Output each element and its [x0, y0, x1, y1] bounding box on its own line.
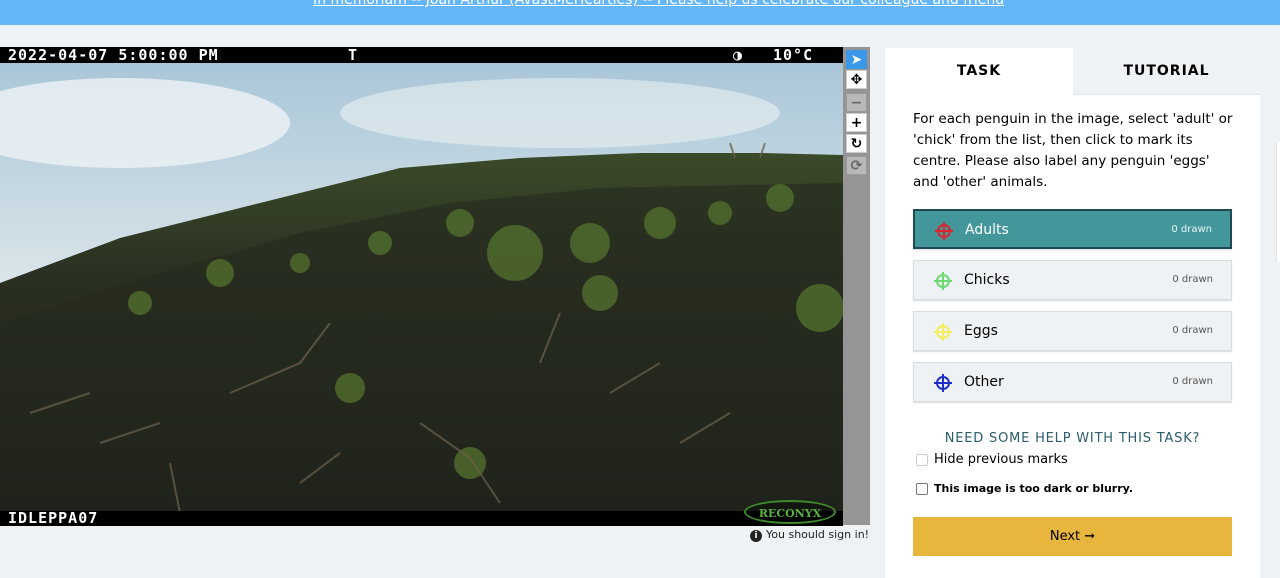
reconyx-logo: RECONYX [744, 500, 836, 524]
next-button[interactable]: Next ➞ [913, 517, 1232, 556]
tool-count: 0 drawn [1171, 224, 1212, 235]
tool-eggs-button[interactable]: Eggs 0 drawn [913, 311, 1232, 351]
subject-image-viewer[interactable]: 2022-04-07 5:00:00 PM T ◑ 10°C IDLEPPA07 [0, 47, 843, 526]
memorial-link[interactable]: In memoriam -- Joan Arthur (AvastMeHeart… [313, 0, 1004, 8]
checkbox-label: This image is too dark or blurry. [934, 482, 1133, 495]
info-icon: i [750, 530, 762, 542]
camera-id-strip: IDLEPPA07 [0, 511, 843, 526]
tool-count: 0 drawn [1172, 376, 1213, 387]
hide-marks-checkbox[interactable]: Hide previous marks [916, 452, 1068, 467]
rotate-icon[interactable]: ↻ [846, 134, 867, 153]
too-dark-checkbox[interactable]: This image is too dark or blurry. [916, 482, 1133, 495]
crosshair-yellow-icon [934, 323, 952, 341]
crosshair-red-icon [935, 222, 953, 240]
checkbox-box[interactable] [916, 453, 928, 466]
image-toolbar: ➤ ✥ − + ↻ ⟳ [843, 47, 870, 525]
camera-id: IDLEPPA07 [8, 509, 99, 526]
checkbox-label: Hide previous marks [934, 452, 1068, 467]
checkbox-box[interactable] [916, 483, 928, 495]
side-panel-edge [1276, 142, 1280, 262]
task-panel: TASK TUTORIAL For each penguin in the im… [885, 48, 1260, 578]
tool-other-button[interactable]: Other 0 drawn [913, 362, 1232, 402]
zoom-out-icon[interactable]: − [846, 93, 867, 112]
tool-label: Other [964, 374, 1004, 390]
moon-phase-icon: ◑ [733, 47, 743, 64]
pan-move-icon[interactable]: ✥ [846, 70, 867, 89]
announcement-banner: In memoriam -- Joan Arthur (AvastMeHeart… [0, 0, 1280, 25]
tool-label: Chicks [964, 272, 1010, 288]
temperature: 10°C [773, 47, 814, 64]
sign-in-notice: i You should sign in! [750, 528, 869, 542]
camera-info-strip: 2022-04-07 5:00:00 PM T ◑ 10°C [0, 47, 843, 63]
tab-tutorial[interactable]: TUTORIAL [1073, 48, 1260, 95]
sign-in-text: You should sign in! [766, 528, 870, 541]
task-instructions: For each penguin in the image, select 'a… [913, 111, 1233, 190]
tool-count: 0 drawn [1172, 325, 1213, 336]
camera-flag: T [348, 47, 358, 64]
trail-camera-photo[interactable] [0, 63, 843, 511]
tool-label: Eggs [964, 323, 998, 339]
task-tabs: TASK TUTORIAL [885, 48, 1260, 95]
tool-adults-button[interactable]: Adults 0 drawn [913, 209, 1232, 249]
timestamp: 2022-04-07 5:00:00 PM [8, 47, 219, 64]
help-link[interactable]: NEED SOME HELP WITH THIS TASK? [885, 431, 1260, 446]
tool-label: Adults [965, 222, 1009, 238]
select-pointer-icon[interactable]: ➤ [846, 50, 867, 69]
zoom-in-icon[interactable]: + [846, 113, 867, 132]
tool-chicks-button[interactable]: Chicks 0 drawn [913, 260, 1232, 300]
crosshair-blue-icon [934, 374, 952, 392]
crosshair-green-icon [934, 272, 952, 290]
reset-view-icon[interactable]: ⟳ [846, 156, 867, 175]
tool-count: 0 drawn [1172, 274, 1213, 285]
tab-task[interactable]: TASK [885, 48, 1073, 95]
